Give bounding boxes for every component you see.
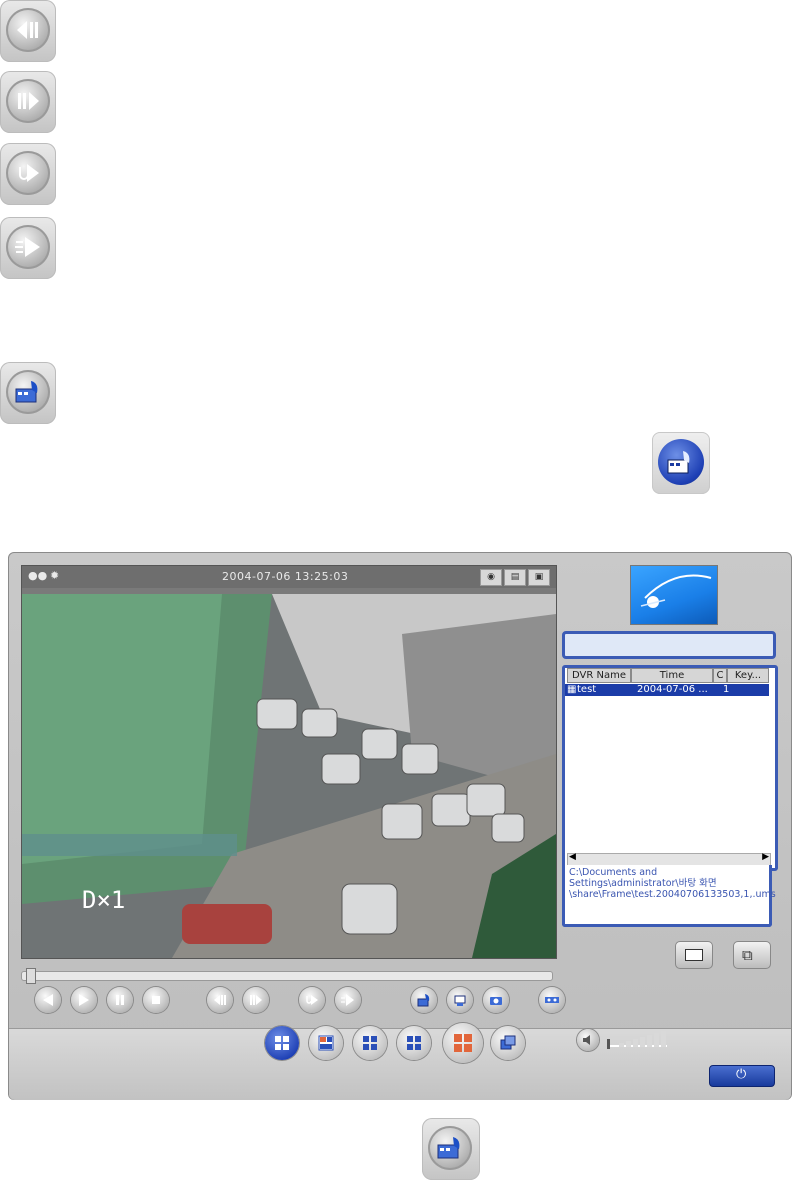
dvr-connect-button[interactable] <box>539 987 565 1013</box>
layout-1-button[interactable] <box>265 1026 299 1060</box>
step-forward-icon <box>0 71 56 133</box>
volume-button[interactable] <box>577 1029 599 1051</box>
snapshot-icon[interactable]: ◉ <box>480 569 502 586</box>
window-icon <box>685 949 703 961</box>
search-field[interactable] <box>562 631 776 659</box>
row-time: 2004-07-06 ... <box>637 684 708 695</box>
seek-bar[interactable] <box>21 968 553 984</box>
row-dvr-name: test <box>577 684 597 695</box>
fast-play-icon <box>0 217 56 279</box>
video-timestamp: 2004-07-06 13:25:03 <box>222 570 349 583</box>
scroll-right-icon[interactable]: ▶ <box>762 852 769 862</box>
print-button[interactable] <box>447 987 473 1013</box>
status-user-icon: ●● <box>28 569 48 582</box>
row-icon: ▦ <box>567 684 577 695</box>
layout-2-button[interactable] <box>309 1026 343 1060</box>
camera-view: D×1 <box>22 594 556 958</box>
backup-icon <box>422 1118 480 1180</box>
sequence-button[interactable] <box>491 1026 525 1060</box>
recording-list[interactable]: DVR Name Time C Key... ▦ test 2004-07-06… <box>562 665 778 871</box>
row-channel: 1 <box>723 684 730 695</box>
backup-active-icon <box>652 432 710 494</box>
single-view-button[interactable] <box>675 941 713 969</box>
layout-4-button[interactable] <box>397 1026 431 1060</box>
backup-button[interactable] <box>411 987 437 1013</box>
rewind-button[interactable] <box>35 987 61 1013</box>
camera-select-icon[interactable]: ▣ <box>528 569 550 586</box>
volume-slider[interactable] <box>605 1029 669 1051</box>
zoom-indicator: D×1 <box>82 886 126 914</box>
print-icon[interactable]: ▤ <box>504 569 526 586</box>
file-path-display: C:\Documents and Settings\administrator\… <box>562 865 776 927</box>
fast-play-button[interactable] <box>335 987 361 1013</box>
step-back-button[interactable] <box>207 987 233 1013</box>
column-header-time[interactable]: Time <box>631 668 713 683</box>
column-header-key[interactable]: Key... <box>727 668 769 683</box>
slow-play-button[interactable] <box>299 987 325 1013</box>
scroll-left-icon[interactable]: ◀ <box>569 852 576 862</box>
video-status-bar: ●● ✹ 2004-07-06 13:25:03 ◉ ▤ ▣ <box>22 566 556 588</box>
snapshot-button[interactable] <box>483 987 509 1013</box>
column-header-channel[interactable]: C <box>713 668 727 683</box>
dvr-player-window: ●● ✹ 2004-07-06 13:25:03 ◉ ▤ ▣ D×1 DVR N… <box>8 552 792 1100</box>
power-icon: ⏻ <box>736 1067 747 1082</box>
step-back-icon <box>0 0 56 62</box>
list-item[interactable]: ▦ test 2004-07-06 ... 1 <box>565 684 769 696</box>
backup-icon <box>0 362 56 424</box>
slow-play-icon <box>0 143 56 205</box>
multi-view-button[interactable]: ⧉ <box>733 941 771 969</box>
play-button[interactable] <box>71 987 97 1013</box>
status-sun-icon: ✹ <box>50 569 60 582</box>
brand-logo <box>630 565 718 625</box>
seek-handle[interactable] <box>26 968 36 984</box>
column-header-dvr-name[interactable]: DVR Name <box>567 668 631 683</box>
layout-quad-button[interactable] <box>443 1023 483 1063</box>
step-forward-button[interactable] <box>243 987 269 1013</box>
exit-button[interactable]: ⏻ <box>709 1065 775 1087</box>
video-frame: ●● ✹ 2004-07-06 13:25:03 ◉ ▤ ▣ D×1 <box>21 565 557 959</box>
pause-button[interactable] <box>107 987 133 1013</box>
cascade-icon: ⧉ <box>742 946 753 964</box>
stop-button[interactable] <box>143 987 169 1013</box>
layout-3-button[interactable] <box>353 1026 387 1060</box>
